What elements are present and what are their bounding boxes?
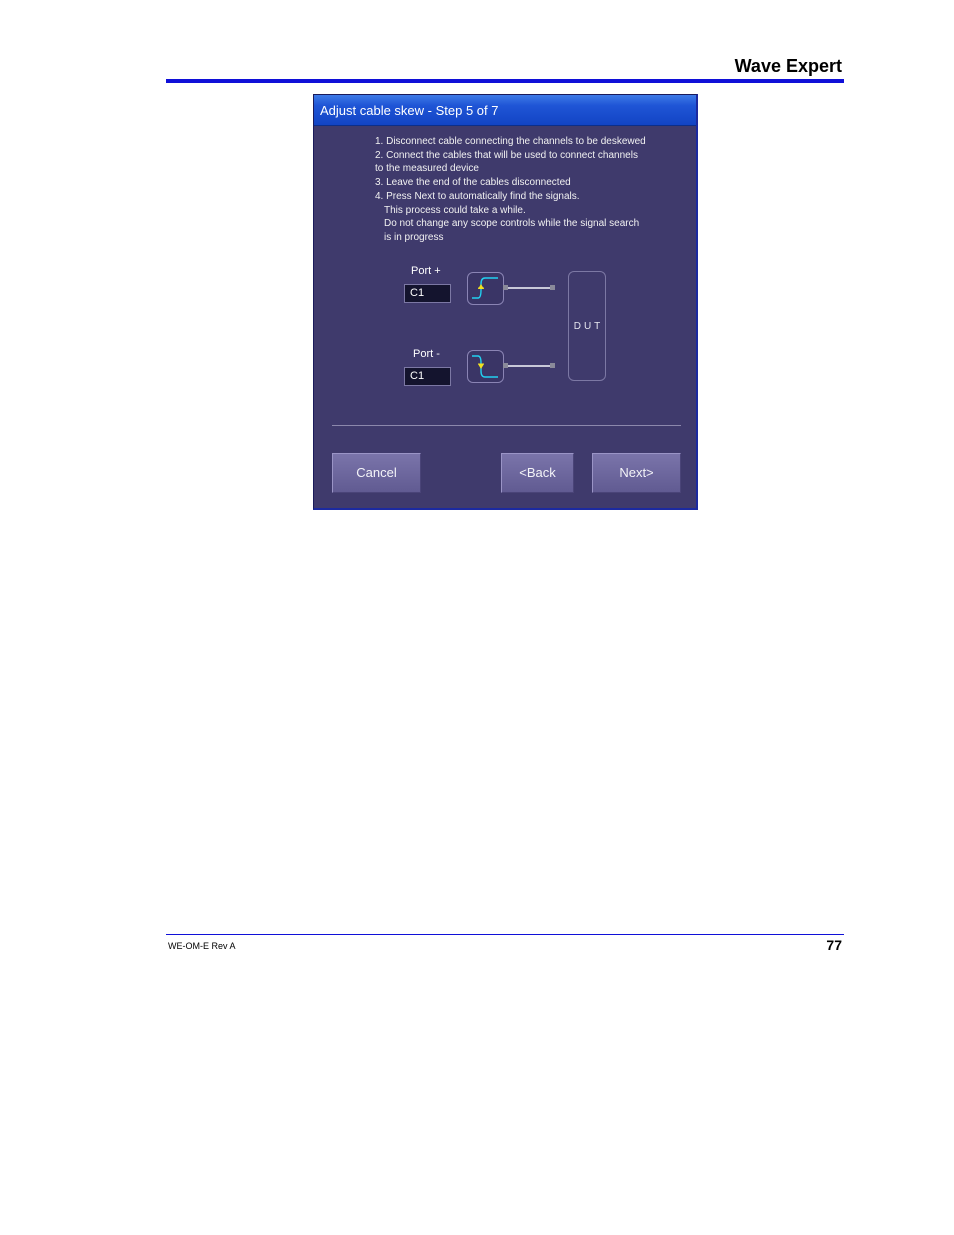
- dut-box: DUT: [568, 271, 606, 381]
- header-title: Wave Expert: [734, 56, 842, 76]
- port-plus-cable-start: [503, 285, 508, 290]
- port-plus-field[interactable]: C1: [404, 284, 451, 303]
- instruction-line: This process could take a while.: [384, 204, 526, 216]
- next-button[interactable]: Next>: [592, 453, 681, 493]
- footer-rule: [166, 934, 844, 935]
- deskew-dialog: Adjust cable skew - Step 5 of 7 1. Disco…: [313, 94, 698, 510]
- header-rule: [166, 79, 844, 83]
- port-plus-cable-end: [550, 285, 555, 290]
- back-button[interactable]: <Back: [501, 453, 574, 493]
- instruction-line: is in progress: [384, 231, 444, 243]
- dialog-titlebar: Adjust cable skew - Step 5 of 7: [314, 95, 696, 126]
- footer-doc-id: WE-OM-E Rev A: [168, 941, 236, 951]
- instruction-line: 3. Leave the end of the cables disconnec…: [375, 177, 571, 189]
- port-minus-cable-start: [503, 363, 508, 368]
- falling-edge-icon: [467, 350, 504, 383]
- dialog-title: Adjust cable skew - Step 5 of 7: [320, 103, 499, 118]
- instruction-line: 4. Press Next to automatically find the …: [375, 190, 580, 202]
- port-minus-cable-end: [550, 363, 555, 368]
- dut-label: DUT: [573, 321, 604, 332]
- page-number: 77: [826, 937, 842, 953]
- instructions: 1. Disconnect cable connecting the chann…: [375, 135, 685, 245]
- instruction-line: 1. Disconnect cable connecting the chann…: [375, 136, 646, 147]
- cancel-button[interactable]: Cancel: [332, 453, 421, 493]
- instruction-line: Do not change any scope controls while t…: [384, 218, 640, 230]
- instruction-line: 2. Connect the cables that will be used …: [375, 149, 638, 161]
- separator: [332, 425, 681, 426]
- port-minus-field[interactable]: C1: [404, 367, 451, 386]
- instruction-line: to the measured device: [375, 163, 479, 175]
- port-minus-label: Port -: [413, 348, 440, 360]
- port-plus-cable: [506, 287, 553, 289]
- rising-edge-icon: [467, 272, 504, 305]
- port-minus-cable: [506, 365, 553, 367]
- port-plus-label: Port +: [411, 265, 441, 277]
